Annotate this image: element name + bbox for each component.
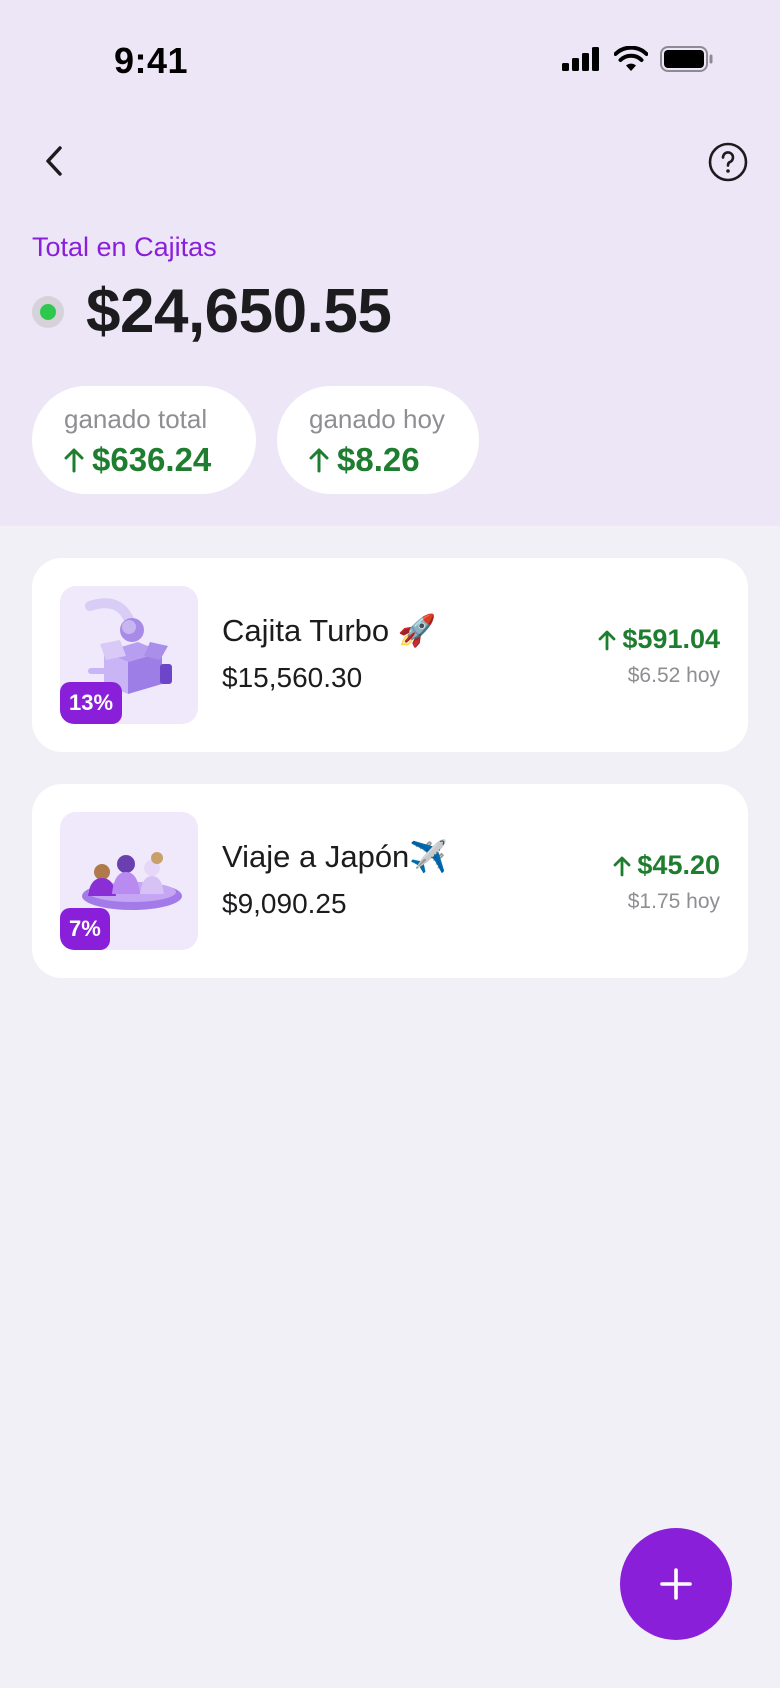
rate-badge: 7% xyxy=(60,908,110,950)
cajita-name: Cajita Turbo 🚀 xyxy=(222,613,437,648)
cajita-name: Viaje a Japón✈️ xyxy=(222,839,448,874)
help-button[interactable] xyxy=(704,138,752,186)
signal-icon xyxy=(562,47,599,71)
cajita-gain-amount: $45.20 xyxy=(637,850,720,880)
cajita-gain: $591.04 xyxy=(598,624,720,655)
cajita-card-japon[interactable]: 7% Viaje a Japón✈️ $9,090.25 $45.20 $1.7… xyxy=(32,784,748,978)
back-button[interactable] xyxy=(24,136,84,186)
plus-icon xyxy=(660,1568,692,1600)
status-time: 9:41 xyxy=(114,40,189,81)
arrow-up-icon xyxy=(64,448,84,473)
status-dot xyxy=(32,295,64,328)
cajita-balance: $9,090.25 xyxy=(222,888,347,919)
cajita-card-turbo[interactable]: 13% Cajita Turbo 🚀 $15,560.30 $591.04 $6… xyxy=(32,558,748,752)
earned-today-label: ganado hoy xyxy=(309,404,445,434)
header-panel: 9:41 Total en Cajitas $24,650.55 ganado … xyxy=(0,0,780,526)
wifi-icon xyxy=(614,46,648,71)
total-amount: $24,650.55 xyxy=(86,277,392,346)
total-label: Total en Cajitas xyxy=(32,232,217,262)
status-bar: 9:41 xyxy=(0,0,780,120)
earned-total-amount: $636.24 xyxy=(92,441,212,478)
cajita-gain-amount: $591.04 xyxy=(622,624,720,654)
arrow-up-icon xyxy=(614,856,631,876)
add-cajita-button[interactable] xyxy=(620,1528,732,1640)
arrow-up-icon xyxy=(309,448,329,473)
earned-total-pill: ganado total $636.24 xyxy=(32,386,256,494)
cajita-today: $6.52 hoy xyxy=(627,664,720,687)
battery-icon xyxy=(660,46,713,72)
cajita-gain: $45.20 xyxy=(613,850,720,881)
question-circle-icon xyxy=(708,142,748,182)
earned-total-label: ganado total xyxy=(64,404,208,434)
cajita-today: $1.75 hoy xyxy=(627,890,720,913)
earned-today-value: $8.26 xyxy=(309,441,447,479)
chevron-left-icon xyxy=(46,146,62,176)
earned-today-pill: ganado hoy $8.26 xyxy=(277,386,479,494)
rate-badge: 13% xyxy=(60,682,123,724)
cajita-balance: $15,560.30 xyxy=(222,662,363,693)
earned-today-amount: $8.26 xyxy=(337,441,420,478)
total-row: $24,650.55 xyxy=(32,276,392,347)
status-icons xyxy=(562,46,714,72)
earned-total-value: $636.24 xyxy=(64,441,224,479)
arrow-up-icon xyxy=(598,630,616,650)
